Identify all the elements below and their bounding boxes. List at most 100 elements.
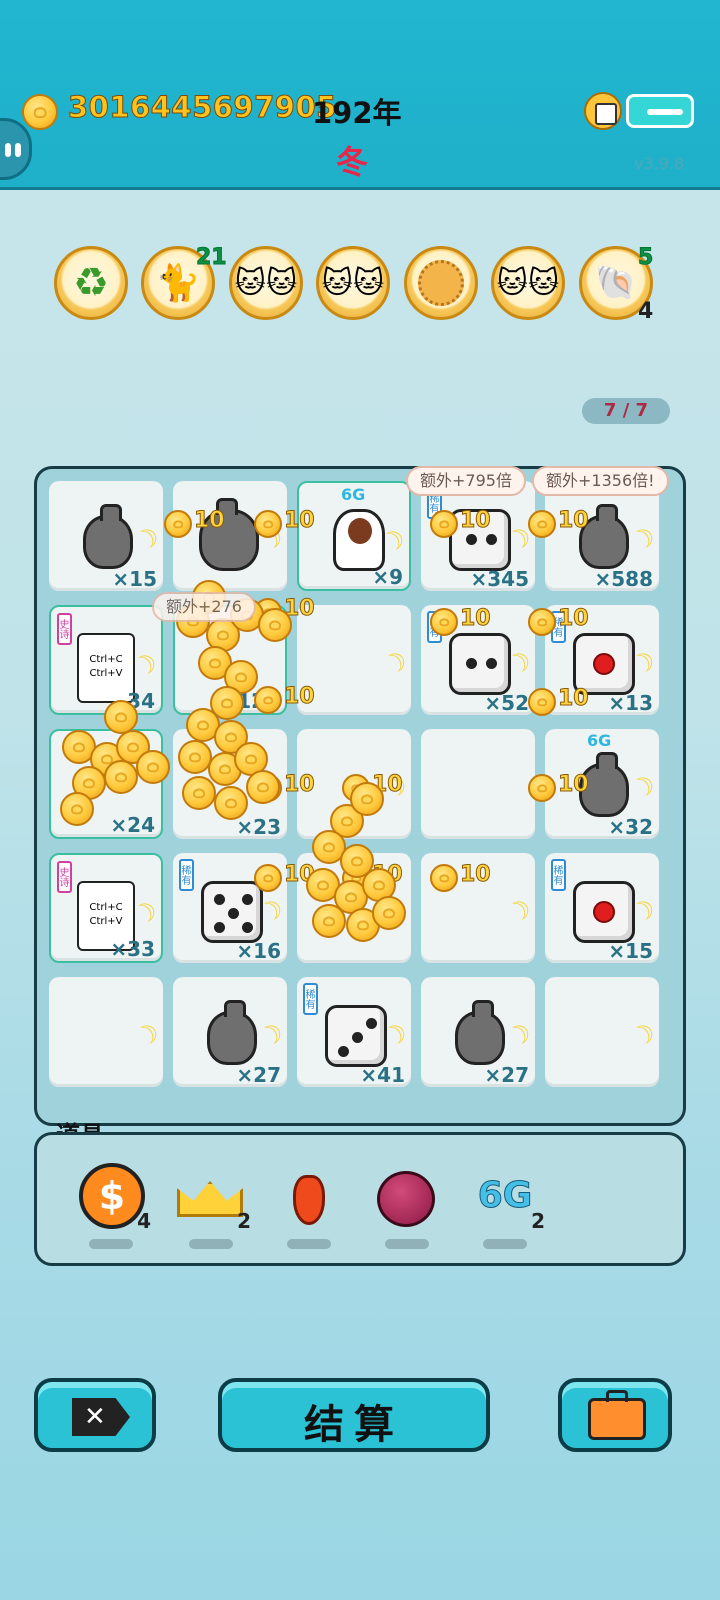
cell-r4c1[interactable]: 史诗 Ctrl+C Ctrl+V ☽ ×33	[49, 853, 163, 963]
cell-r5c2[interactable]: ☽ ×27	[173, 977, 289, 1087]
6g-tag: 6G	[341, 485, 366, 504]
trash-bag-icon	[207, 1000, 257, 1065]
cat-icon[interactable]: 🐈 21	[141, 245, 227, 320]
top-bar: 3016445697905 192年 冬 v3.9.8	[0, 0, 720, 190]
banana-icon: ☽	[625, 1017, 661, 1055]
item-count: ×16	[236, 939, 281, 963]
item-count: ×52	[484, 691, 529, 715]
dice-three-icon	[325, 1005, 387, 1067]
cell-r1c3[interactable]: 6G ☽ ×9	[297, 481, 411, 591]
calendar-button[interactable]	[584, 92, 622, 130]
close-icon: ✕	[72, 1398, 130, 1436]
chili-icon	[293, 1175, 325, 1225]
settle-button[interactable]: 结算	[218, 1378, 490, 1452]
item-count: ×13	[608, 691, 653, 715]
briefcase-icon	[588, 1398, 646, 1440]
cat-pair-icon[interactable]: 🐱🐱	[491, 246, 565, 320]
cat-pair-icon[interactable]: 🐱🐱	[229, 246, 303, 320]
item-count: ×15	[112, 567, 157, 591]
reward-value: 10	[558, 508, 590, 534]
cell-r1c5[interactable]: ☽ ×588	[545, 481, 661, 591]
reward-value: 10	[558, 772, 590, 798]
berry-icon	[377, 1171, 435, 1227]
bonus-bubble: 额外+1356倍!	[532, 466, 669, 496]
item-count: ×41	[360, 1063, 405, 1087]
trash-bag-icon	[455, 1000, 505, 1065]
prop-6g[interactable]: 6G 2	[469, 1157, 545, 1249]
item-count: ×23	[236, 815, 281, 839]
cell-r2c1[interactable]: 史诗 Ctrl+C Ctrl+V ☽ 34	[49, 605, 163, 715]
item-count: ×33	[110, 937, 155, 961]
coin-icon	[254, 864, 282, 892]
reward-value: 10	[284, 772, 316, 798]
version-label: v3.9.8	[634, 154, 685, 173]
item-count: ×27	[236, 1063, 281, 1087]
item-count: ×345	[470, 567, 529, 591]
copy-text: Ctrl+C	[89, 902, 123, 913]
relic-count-bottom: 4	[638, 299, 654, 324]
item-count: ×24	[110, 813, 155, 837]
coin-icon	[22, 94, 58, 130]
cell-r4c5[interactable]: 稀有 ☽ ×15	[545, 853, 661, 963]
cell-r5c5[interactable]: ☽	[545, 977, 661, 1087]
recycle-icon[interactable]: ♻	[54, 246, 128, 320]
item-count: ×32	[608, 815, 653, 839]
reward-value: 10	[194, 508, 226, 534]
shell-icon[interactable]: 🐚 5 4	[579, 245, 654, 324]
prop-qty: 2	[237, 1209, 251, 1233]
cat-pair-icon[interactable]: 🐱🐱	[316, 246, 390, 320]
rare-tag: 稀有	[551, 859, 566, 891]
cancel-button[interactable]: ✕	[34, 1378, 156, 1452]
coin-icon	[528, 688, 556, 716]
coin-icon	[430, 510, 458, 538]
dice-two-icon	[449, 633, 511, 695]
prop-dollar-coin[interactable]: $ 4	[75, 1157, 151, 1249]
epic-tag: 史诗	[57, 613, 72, 645]
coin-icon	[430, 864, 458, 892]
bonus-bubble: 额外+795倍	[406, 466, 526, 496]
cell-r5c3[interactable]: 稀有 ☽ ×41	[297, 977, 413, 1087]
crown-icon	[177, 1181, 243, 1217]
key-button[interactable]	[626, 94, 694, 128]
coin-icon	[528, 608, 556, 636]
coin-icon	[430, 608, 458, 636]
paste-text: Ctrl+V	[89, 668, 123, 679]
bag-button[interactable]	[558, 1378, 672, 1452]
coin-icon	[164, 510, 192, 538]
settle-label: 结算	[304, 1402, 404, 1448]
prop-berry[interactable]	[371, 1157, 443, 1249]
banana-icon: ☽	[625, 769, 661, 807]
reward-value: 10	[460, 508, 492, 534]
prop-chili[interactable]	[273, 1157, 345, 1249]
year-label: 192年	[312, 96, 402, 130]
coin-icon	[528, 510, 556, 538]
trash-bag-icon	[83, 504, 133, 569]
item-count: ×27	[484, 1063, 529, 1087]
6g-tag: 6G	[587, 731, 612, 750]
banana-icon: ☽	[377, 645, 413, 683]
relic-count: 21	[196, 245, 228, 271]
reward-value: 10	[558, 686, 590, 712]
reward-value: 10	[558, 606, 590, 632]
banana-icon: ☽	[129, 521, 165, 559]
prop-qty: 4	[137, 1209, 151, 1233]
cell-r3c4[interactable]	[421, 729, 535, 839]
coin-icon	[254, 686, 282, 714]
reward-value: 10	[460, 606, 492, 632]
banana-icon: ☽	[129, 1017, 165, 1055]
paste-text: Ctrl+V	[89, 916, 123, 927]
season-label: 冬	[336, 143, 369, 181]
dice-five-icon	[201, 881, 263, 943]
item-count: ×15	[608, 939, 653, 963]
cookie-icon[interactable]	[404, 246, 478, 320]
cell-r5c4[interactable]: ☽ ×27	[421, 977, 537, 1087]
props-panel: $ 4 2 6G 2	[34, 1132, 686, 1266]
cell-r5c1[interactable]: ☽	[49, 977, 165, 1087]
item-count: ×9	[372, 565, 403, 589]
prop-crown[interactable]: 2	[175, 1157, 251, 1249]
reward-value: 10	[460, 862, 492, 888]
page-indicator: 7 / 7	[582, 398, 670, 424]
copy-text: Ctrl+C	[89, 654, 123, 665]
rare-tag: 稀有	[179, 859, 194, 891]
cell-r1c1[interactable]: ☽ ×15	[49, 481, 165, 591]
